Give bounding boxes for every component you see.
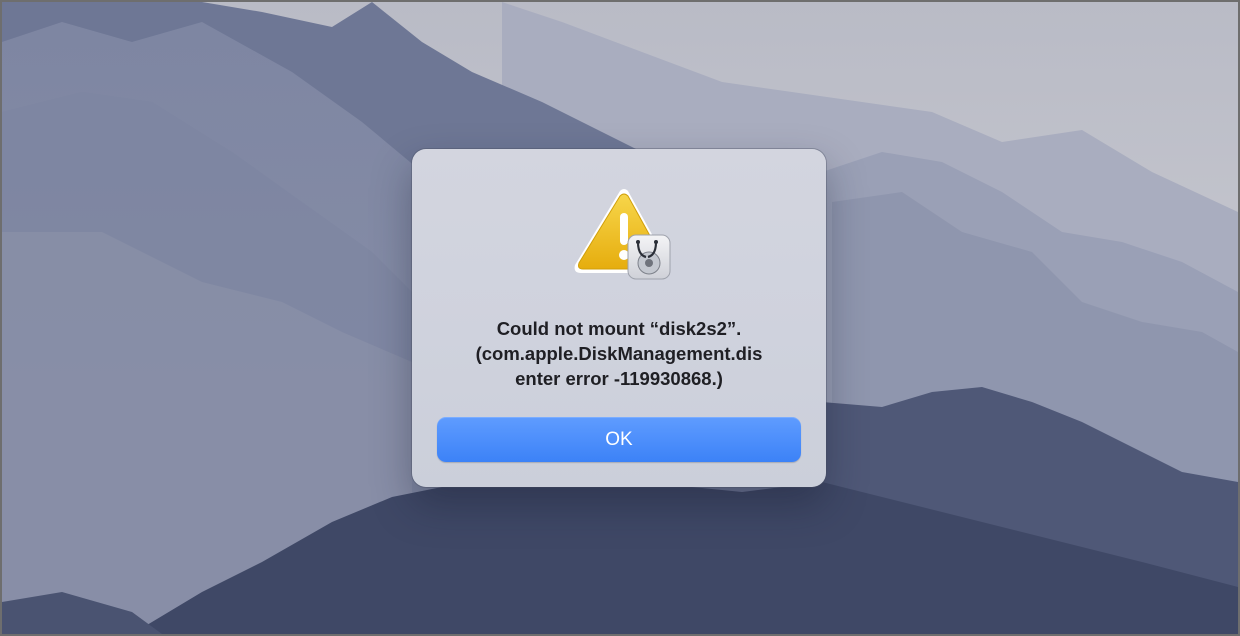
alert-message: Could not mount “disk2s2”. (com.apple.Di… <box>432 316 806 391</box>
ok-button[interactable]: OK <box>437 417 801 462</box>
alert-dialog: Could not mount “disk2s2”. (com.apple.Di… <box>412 149 826 487</box>
screen: Could not mount “disk2s2”. (com.apple.Di… <box>0 0 1240 636</box>
warning-disk-utility-icon <box>574 189 671 280</box>
alert-message-line-1: Could not mount “disk2s2”. <box>496 318 742 339</box>
alert-message-line-3: enter error -119930868.) <box>515 368 723 389</box>
alert-message-line-2: (com.apple.DiskManagement.dis <box>475 343 763 364</box>
